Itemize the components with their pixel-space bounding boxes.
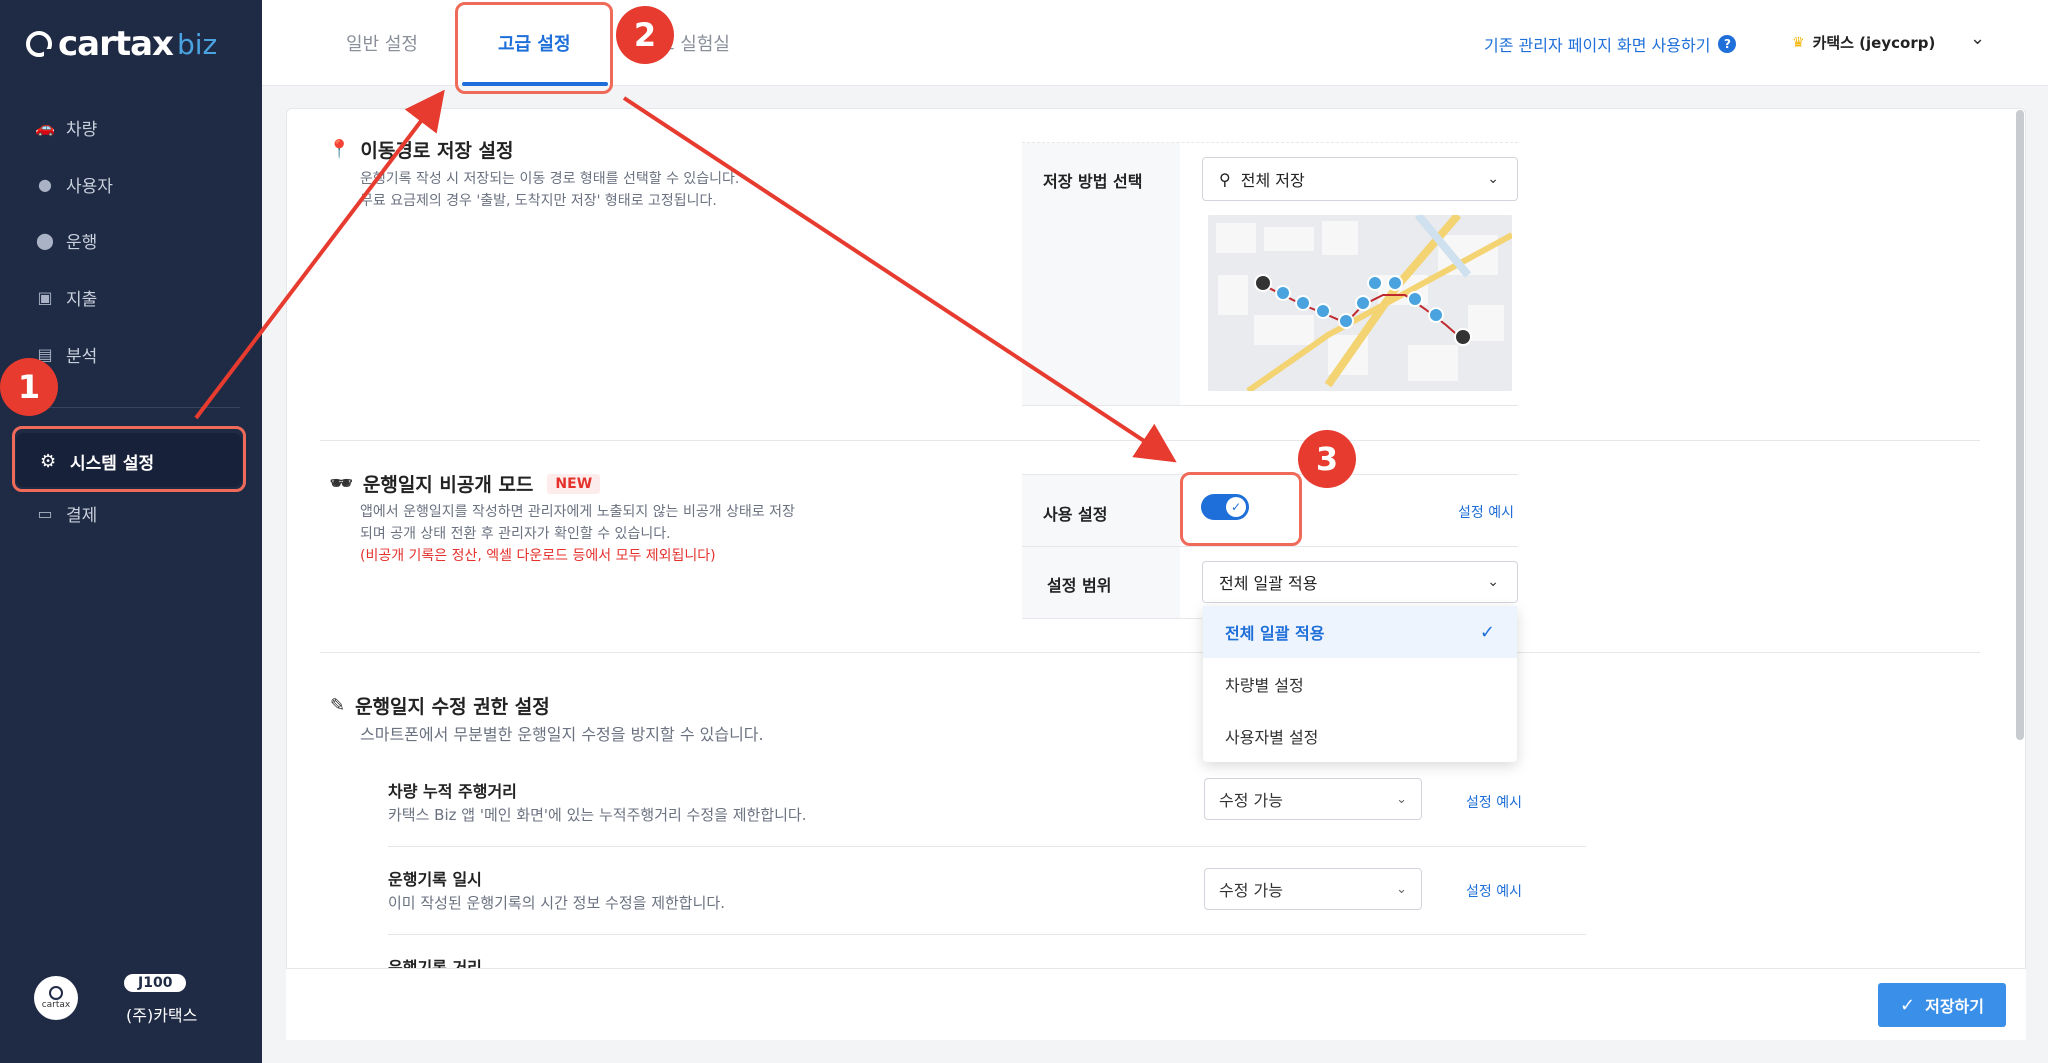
chevron-down-icon: ⌄ bbox=[1487, 171, 1499, 187]
scrollbar[interactable] bbox=[2016, 110, 2024, 740]
private-mode-title: 🕶 운행일지 비공개 모드 NEW bbox=[330, 470, 601, 497]
route-section-title: 📍 이동경로 저장 설정 bbox=[328, 139, 514, 162]
avatar-logo-icon bbox=[49, 986, 63, 1000]
trip-distance-title-clip: 운행기록 거리 bbox=[388, 954, 482, 968]
storage-method-select[interactable]: ⚲ 전체 저장 ⌄ bbox=[1202, 157, 1518, 201]
private-mode-desc: 앱에서 운행일지를 작성하면 관리자에게 노출되지 않는 비공개 상태로 저장 … bbox=[360, 504, 795, 564]
use-setting-label: 사용 설정 bbox=[1043, 505, 1108, 524]
row-divider bbox=[388, 846, 1586, 847]
annotation-box-2 bbox=[455, 2, 613, 94]
sidebar-divider bbox=[24, 407, 240, 408]
check-icon: ✓ bbox=[1479, 621, 1495, 643]
incognito-icon: 🕶 bbox=[330, 473, 353, 494]
annotation-number-2: 2 bbox=[616, 6, 674, 64]
footer-bar bbox=[286, 968, 2026, 1040]
sidebar-item-billing[interactable]: ▭ 결제 bbox=[36, 499, 97, 527]
trip-time-example-link[interactable]: 설정 예시 bbox=[1466, 881, 1522, 901]
section-divider bbox=[320, 440, 1980, 441]
trip-distance-title: 운행기록 거리 bbox=[388, 958, 482, 968]
card-icon: ▭ bbox=[37, 503, 53, 523]
location-pin-icon: ⬤ bbox=[36, 230, 54, 250]
scope-label: 설정 범위 bbox=[1047, 576, 1112, 595]
logo-ring-icon bbox=[26, 31, 52, 57]
trip-time-title: 운행기록 일시 bbox=[388, 870, 482, 889]
company-name: (주)카택스 bbox=[126, 1006, 198, 1025]
sidebar-item-users[interactable]: ● 사용자 bbox=[36, 170, 113, 198]
avatar: cartax bbox=[34, 976, 78, 1020]
odometer-select[interactable]: 수정 가능 ⌄ bbox=[1204, 778, 1422, 820]
location-pin-icon: 📍 bbox=[328, 139, 351, 160]
chevron-down-icon[interactable]: ⌄ bbox=[1970, 28, 1985, 49]
sidebar-item-expenses[interactable]: ▣ 지출 bbox=[36, 283, 97, 311]
crown-icon: ♛ bbox=[1792, 34, 1805, 51]
account-menu[interactable]: ♛ 카택스 (jeycorp) bbox=[1792, 32, 1935, 53]
odometer-example-link[interactable]: 설정 예시 bbox=[1466, 792, 1522, 812]
storage-method-label: 저장 방법 선택 bbox=[1043, 172, 1143, 191]
chevron-down-icon: ⌄ bbox=[1396, 791, 1407, 807]
route-icon: ⚲ bbox=[1219, 169, 1231, 189]
tab-general-settings[interactable]: 일반 설정 bbox=[346, 30, 418, 56]
sidebar: cartax biz 🚗 차량 ● 사용자 ⬤ 운행 ▣ 지출 ▤ 분석 ⚙ 시… bbox=[0, 0, 262, 1063]
example-link[interactable]: 설정 예시 bbox=[1458, 502, 1514, 522]
chevron-down-icon: ⌄ bbox=[1487, 574, 1499, 590]
plan-badge: J100 bbox=[124, 974, 187, 992]
trip-time-desc: 이미 작성된 운행기록의 시간 정보 수정을 제한합니다. bbox=[388, 894, 725, 912]
help-icon[interactable]: ? bbox=[1718, 35, 1737, 53]
save-button[interactable]: ✓ 저장하기 bbox=[1878, 983, 2006, 1027]
divider bbox=[1022, 618, 1202, 619]
scope-option-user[interactable]: 사용자별 설정 bbox=[1203, 710, 1517, 762]
person-icon: ● bbox=[38, 174, 52, 194]
new-badge: NEW bbox=[547, 473, 601, 494]
edit-permission-desc: 스마트폰에서 무분별한 운행일지 수정을 방지할 수 있습니다. bbox=[360, 725, 764, 744]
sidebar-item-trips[interactable]: ⬤ 운행 bbox=[36, 226, 97, 254]
receipt-icon: ▣ bbox=[37, 287, 53, 307]
route-section-desc: 운행기록 작성 시 저장되는 이동 경로 형태를 선택할 수 있습니다. 무료 … bbox=[360, 171, 740, 209]
edit-permission-title: ✎ 운행일지 수정 권한 설정 bbox=[330, 695, 550, 718]
divider bbox=[1022, 546, 1518, 547]
check-icon: ✓ bbox=[1900, 994, 1916, 1016]
scope-dropdown-menu: 전체 일괄 적용 ✓ 차량별 설정 사용자별 설정 bbox=[1203, 606, 1517, 762]
annotation-number-3: 3 bbox=[1298, 430, 1356, 488]
annotation-box-3 bbox=[1180, 472, 1302, 546]
chevron-down-icon: ⌄ bbox=[1396, 881, 1407, 897]
scope-option-all[interactable]: 전체 일괄 적용 ✓ bbox=[1203, 606, 1517, 658]
annotation-number-1: 1 bbox=[0, 358, 58, 416]
scope-option-vehicle[interactable]: 차량별 설정 bbox=[1203, 658, 1517, 710]
trip-time-select[interactable]: 수정 가능 ⌄ bbox=[1204, 868, 1422, 910]
route-map-preview bbox=[1208, 215, 1512, 391]
divider bbox=[1022, 405, 1518, 406]
user-profile[interactable]: cartax J100 (주)카택스 bbox=[34, 974, 197, 1025]
row-divider bbox=[388, 934, 1586, 935]
legacy-admin-link[interactable]: 기존 관리자 페이지 화면 사용하기 ? bbox=[1484, 32, 1737, 56]
annotation-box-1 bbox=[12, 426, 246, 492]
section-divider bbox=[320, 652, 1980, 653]
scope-select[interactable]: 전체 일괄 적용 ⌄ bbox=[1202, 561, 1518, 603]
cartax-logo[interactable]: cartax biz bbox=[26, 24, 217, 64]
odometer-title: 차량 누적 주행거리 bbox=[388, 782, 517, 801]
edit-icon: ✎ bbox=[330, 695, 346, 716]
sidebar-item-vehicles[interactable]: 🚗 차량 bbox=[35, 113, 97, 141]
car-icon: 🚗 bbox=[35, 117, 55, 137]
map-image bbox=[1208, 215, 1512, 391]
odometer-desc: 카택스 Biz 앱 '메인 화면'에 있는 누적주행거리 수정을 제한합니다. bbox=[388, 806, 807, 824]
